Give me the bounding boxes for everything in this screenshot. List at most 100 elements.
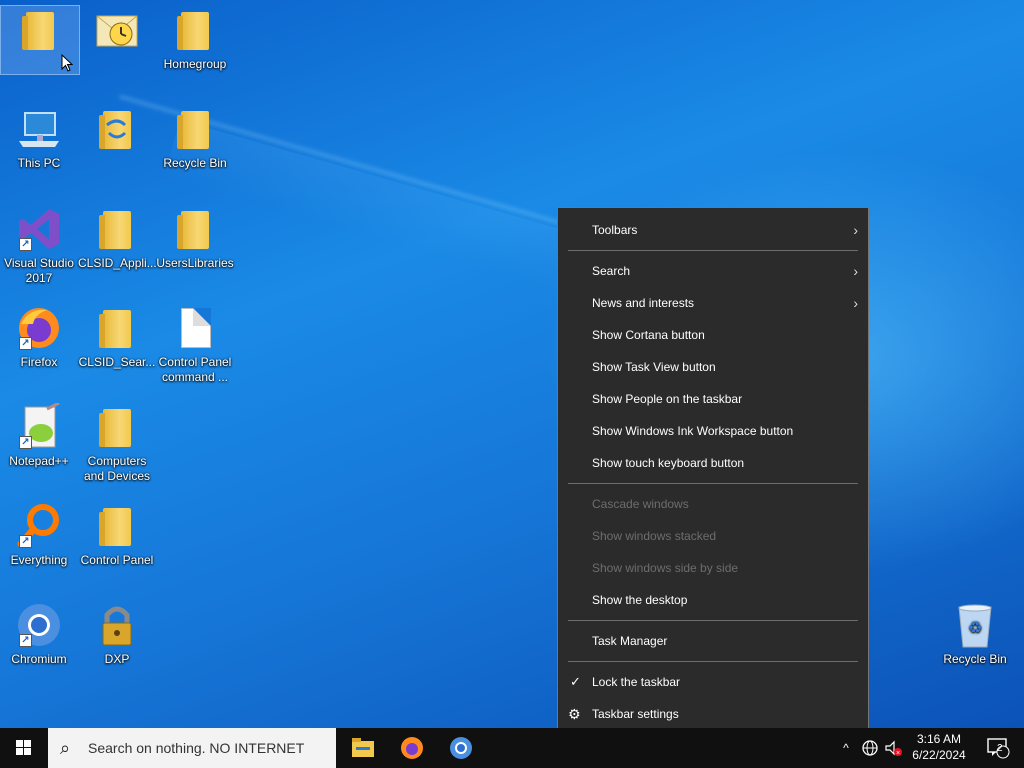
everything-search-icon: ↗ <box>15 502 63 550</box>
folder-icon <box>93 403 141 451</box>
desktop-icon-computers-devices[interactable]: Computers and Devices <box>78 403 156 484</box>
desktop-icon-notepadpp[interactable]: ↗ Notepad++ <box>0 401 78 469</box>
desktop-icon-control-panel-command[interactable]: Control Panel command ... <box>156 304 234 385</box>
menu-separator <box>568 250 858 251</box>
menu-item-lock-taskbar[interactable]: ✓ Lock the taskbar <box>558 666 868 698</box>
file-explorer-icon <box>352 738 374 757</box>
desktop-icon-clsid-appli[interactable]: CLSID_Appli... <box>78 205 157 271</box>
menu-item-windows-side-by-side: Show windows side by side <box>592 561 739 575</box>
chevron-right-icon: › <box>853 222 858 238</box>
icon-label: Control Panel <box>80 553 154 567</box>
folder-icon <box>93 304 141 352</box>
menu-item-news-and-interests[interactable]: News and interests › <box>558 287 868 319</box>
recycle-bin-icon: ♻ <box>951 601 999 649</box>
mail-clock-icon <box>93 6 141 54</box>
svg-text:×: × <box>896 750 900 757</box>
desktop-icon-this-pc[interactable]: This PC <box>0 105 78 171</box>
notification-count-badge: 2 <box>997 743 1003 754</box>
icon-label: Recycle Bin <box>163 156 227 170</box>
show-hidden-icons-button[interactable]: ^ <box>836 728 856 768</box>
menu-item-show-cortana[interactable]: Show Cortana button <box>558 319 868 351</box>
desktop-icon-chromium[interactable]: ↗ Chromium <box>0 601 78 667</box>
folder-icon <box>93 502 141 550</box>
icon-label: CLSID_Sear... <box>78 355 156 369</box>
taskbar-firefox[interactable] <box>388 728 436 768</box>
desktop-icon-users-libraries[interactable]: UsersLibraries <box>156 205 234 271</box>
icon-label: Computers and Devices <box>83 454 151 483</box>
gear-icon: ⚙ <box>568 706 581 722</box>
volume-tray-button[interactable]: × <box>882 728 904 768</box>
desktop-icon-clsid-sear[interactable]: CLSID_Sear... <box>78 304 156 370</box>
taskbar-clock[interactable]: 3:16 AM 6/22/2024 <box>904 731 974 763</box>
desktop-icon-control-panel[interactable]: Control Panel <box>78 502 156 568</box>
menu-item-cascade-windows: Cascade windows <box>592 497 689 511</box>
menu-separator <box>568 661 858 662</box>
start-button[interactable] <box>0 728 48 768</box>
mouse-cursor-icon <box>61 54 74 72</box>
menu-item-toolbars[interactable]: Toolbars › <box>558 214 868 246</box>
action-center-button[interactable]: 2 <box>978 728 1018 768</box>
menu-separator <box>568 620 858 621</box>
menu-item-show-people[interactable]: Show People on the taskbar <box>558 383 868 415</box>
icon-label: Recycle Bin <box>943 652 1007 666</box>
network-tray-button[interactable] <box>858 728 882 768</box>
volume-muted-icon: × <box>885 740 902 757</box>
windows-logo-icon <box>16 740 32 756</box>
icon-label: Chromium <box>11 652 67 666</box>
menu-item-show-task-view[interactable]: Show Task View button <box>558 351 868 383</box>
computer-icon <box>15 105 63 153</box>
icon-label: This PC <box>17 156 61 170</box>
folder-sync-icon <box>93 105 141 153</box>
search-icon: ⌕ <box>60 738 71 758</box>
folder-icon <box>171 6 219 54</box>
chevron-up-icon: ^ <box>843 741 849 755</box>
chromium-icon: ↗ <box>15 601 63 649</box>
desktop-icon-folder-1[interactable] <box>0 5 80 75</box>
padlock-icon <box>93 601 141 649</box>
notepadpp-icon: ↗ <box>15 401 63 451</box>
icon-label: Visual Studio 2017 <box>4 256 74 285</box>
menu-item-show-touch-keyboard[interactable]: Show touch keyboard button <box>558 447 868 479</box>
clock-time: 3:16 AM <box>916 732 962 746</box>
taskbar-search-box[interactable]: ⌕ Search on nothing. NO INTERNET <box>48 728 336 768</box>
desktop-icon-visual-studio[interactable]: ↗ Visual Studio 2017 <box>0 205 78 286</box>
icon-label: CLSID_Appli... <box>78 256 157 270</box>
desktop-icon-homegroup[interactable]: Homegroup <box>156 6 234 72</box>
icon-label: Control Panel command ... <box>158 355 232 384</box>
menu-item-show-desktop[interactable]: Show the desktop <box>558 584 868 616</box>
taskbar: ⌕ Search on nothing. NO INTERNET ^ × 3:1… <box>0 728 1024 768</box>
desktop-icon-recycle-bin-folder[interactable]: Recycle Bin <box>156 105 234 171</box>
desktop-icon-dxp[interactable]: DXP <box>78 601 156 667</box>
menu-item-taskbar-settings[interactable]: ⚙ Taskbar settings <box>558 698 868 730</box>
search-placeholder: Search on nothing. NO INTERNET <box>88 740 305 756</box>
clock-date: 6/22/2024 <box>912 748 966 762</box>
menu-separator <box>568 483 858 484</box>
icon-label: Firefox <box>20 355 58 369</box>
menu-item-search[interactable]: Search › <box>558 255 868 287</box>
menu-item-show-ink-workspace[interactable]: Show Windows Ink Workspace button <box>558 415 868 447</box>
taskbar-chromium[interactable] <box>437 728 485 768</box>
chevron-right-icon: › <box>853 263 858 279</box>
chevron-right-icon: › <box>853 295 858 311</box>
document-icon <box>171 304 219 352</box>
desktop-icon-everything[interactable]: ↗ Everything <box>0 502 78 568</box>
desktop-icon-folder-sync[interactable] <box>78 105 156 156</box>
firefox-icon: ↗ <box>15 304 63 352</box>
svg-text:♻: ♻ <box>968 620 982 637</box>
taskbar-file-explorer[interactable] <box>338 728 386 768</box>
desktop-icon-outlook-clock[interactable] <box>78 6 156 57</box>
folder-icon <box>171 105 219 153</box>
desktop-icon-firefox[interactable]: ↗ Firefox <box>0 304 78 370</box>
icon-label: UsersLibraries <box>156 256 234 270</box>
folder-icon <box>93 205 141 253</box>
desktop-icon-recycle-bin[interactable]: ♻ Recycle Bin <box>936 601 1014 667</box>
menu-item-task-manager[interactable]: Task Manager <box>558 625 868 657</box>
folder-icon <box>171 205 219 253</box>
checkmark-icon: ✓ <box>570 674 581 689</box>
icon-label: Everything <box>10 553 68 567</box>
taskbar-context-menu: Toolbars › Search › News and interests › Sh… <box>557 207 869 740</box>
folder-icon <box>16 6 64 54</box>
visual-studio-icon: ↗ <box>15 205 63 253</box>
icon-label: Homegroup <box>163 57 227 71</box>
icon-label: DXP <box>104 652 130 666</box>
